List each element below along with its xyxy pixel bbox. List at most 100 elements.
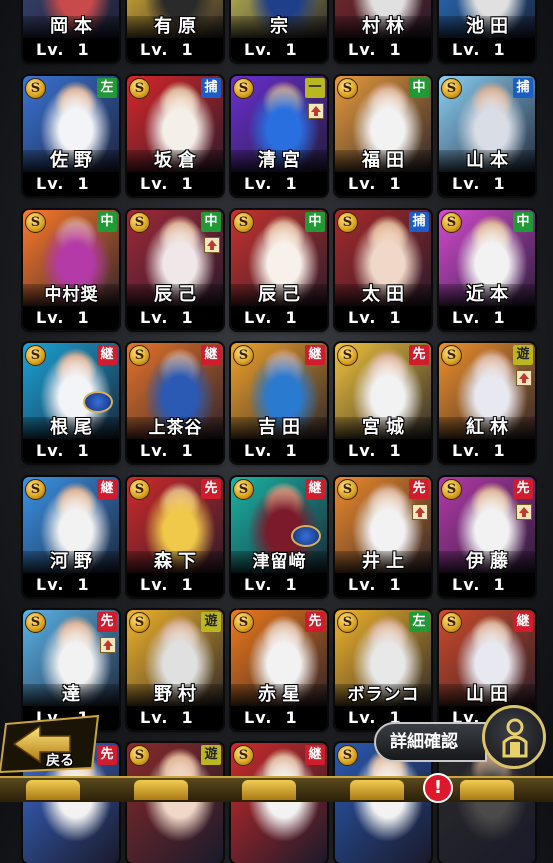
player-name: 中村奨 [23,284,119,306]
position-badge: 中 [97,212,117,232]
player-name: 宗 [231,16,327,38]
level-up-icon [412,504,428,520]
player-card[interactable]: S村林Lv. 1 [335,0,431,62]
player-card[interactable]: S 先森下 Lv. 1 [127,477,223,597]
rank-coin-icon: S [129,745,150,766]
player-card[interactable]: S 左佐野 Lv. 1 [23,76,119,196]
player-card[interactable]: S 捕山本 Lv. 1 [439,76,535,196]
player-card[interactable]: S 遊紅林 Lv. 1 [439,343,535,463]
player-name: 辰己 [127,284,223,306]
player-level: Lv. 1 [127,172,223,196]
position-badge: 継 [513,612,533,632]
player-level: Lv. 1 [335,306,431,330]
rank-coin-icon: S [233,745,254,766]
player-card[interactable]: S 先宮城 Lv. 1 [335,343,431,463]
player-name: 池田 [439,16,535,38]
player-name: 吉田 [231,417,327,439]
rank-coin-icon: S [25,78,46,99]
player-card[interactable]: S 中福田 Lv. 1 [335,76,431,196]
position-badge: 中 [513,212,533,232]
player-name: 村林 [335,16,431,38]
position-badge: 中 [305,212,325,232]
player-level: Lv. 1 [127,306,223,330]
player-card[interactable]: S 継根尾 Lv. 1 [23,343,119,463]
position-badge: 左 [97,78,117,98]
player-name: 佐野 [23,150,119,172]
player-name: 山本 [439,150,535,172]
player-card[interactable]: S 一清宮 Lv. 1 [231,76,327,196]
rank-coin-icon: S [337,345,358,366]
player-level: Lv. 1 [231,38,327,62]
player-level: Lv. 1 [439,573,535,597]
player-level: Lv. 1 [231,706,327,730]
player-name: 岡本 [23,16,119,38]
player-card[interactable]: S 先達 Lv. 1 [23,610,119,730]
player-card[interactable]: S 継吉田 Lv. 1 [231,343,327,463]
position-badge: 先 [513,479,533,499]
rank-coin-icon: S [337,612,358,633]
menu-tab-5[interactable] [460,780,514,800]
player-name: 紅林 [439,417,535,439]
player-level: Lv. 1 [127,38,223,62]
player-level: Lv. 1 [335,573,431,597]
menu-tab-2[interactable] [134,780,188,800]
player-card[interactable]: S宗Lv. 1 [231,0,327,62]
rank-coin-icon: S [441,479,462,500]
player-name: 河野 [23,551,119,573]
player-card[interactable]: S池田Lv. 1 [439,0,535,62]
position-badge: 捕 [201,78,221,98]
player-level: Lv. 1 [231,573,327,597]
player-card[interactable]: S岡本Lv. 1 [23,0,119,62]
position-badge: 継 [305,479,325,499]
player-name: 上茶谷 [127,417,223,439]
player-name: 津留﨑 [231,551,327,573]
detail-confirm-icon-button[interactable] [482,705,546,769]
player-level: Lv. 1 [439,38,535,62]
player-name: 赤星 [231,684,327,706]
position-badge: 中 [409,78,429,98]
position-badge: 一 [305,78,325,98]
player-name: 伊藤 [439,551,535,573]
rank-coin-icon: S [129,479,150,500]
player-card[interactable]: S 先伊藤 Lv. 1 [439,477,535,597]
player-level: Lv. 1 [231,439,327,463]
level-up-icon [100,637,116,653]
player-card[interactable]: S 中中村奨 Lv. 1 [23,210,119,330]
player-card[interactable]: S 中近本 Lv. 1 [439,210,535,330]
player-card[interactable]: S有原Lv. 1 [127,0,223,62]
player-card[interactable]: S 捕坂倉 Lv. 1 [127,76,223,196]
player-level: Lv. 1 [439,172,535,196]
rank-coin-icon: S [337,78,358,99]
player-card[interactable]: S 遊野村 Lv. 1 [127,610,223,730]
level-up-icon [308,103,324,119]
player-name: 根尾 [23,417,119,439]
rank-coin-icon: S [441,78,462,99]
player-card[interactable]: S 捕太田 Lv. 1 [335,210,431,330]
position-badge: 継 [97,479,117,499]
player-card[interactable]: S 継上茶谷 Lv. 1 [127,343,223,463]
player-card[interactable]: S 先井上 Lv. 1 [335,477,431,597]
menu-tab-4[interactable] [350,780,404,800]
menu-tab-3[interactable] [242,780,296,800]
position-badge: 先 [97,612,117,632]
player-name: 野村 [127,684,223,706]
player-name: 辰己 [231,284,327,306]
player-card[interactable]: S継 [231,743,327,863]
menu-tab-1[interactable] [26,780,80,800]
rank-coin-icon: S [25,612,46,633]
player-level: Lv. 1 [23,439,119,463]
player-card[interactable]: S 中辰己 Lv. 1 [231,210,327,330]
detail-confirm-button[interactable]: 詳細確認 [374,722,487,762]
player-card[interactable]: S 継河野 Lv. 1 [23,477,119,597]
player-name: 森下 [127,551,223,573]
rank-coin-icon: S [129,78,150,99]
rank-coin-icon: S [233,479,254,500]
player-card[interactable]: S 継津留﨑 Lv. 1 [231,477,327,597]
player-level: Lv. 1 [335,38,431,62]
player-card[interactable]: S 中辰己 Lv. 1 [127,210,223,330]
player-name: 坂倉 [127,150,223,172]
player-card[interactable]: S 先赤星 Lv. 1 [231,610,327,730]
rank-coin-icon: S [337,745,358,766]
player-card[interactable]: S遊 [127,743,223,863]
player-card[interactable]: S 左ボランコ Lv. 1 [335,610,431,730]
